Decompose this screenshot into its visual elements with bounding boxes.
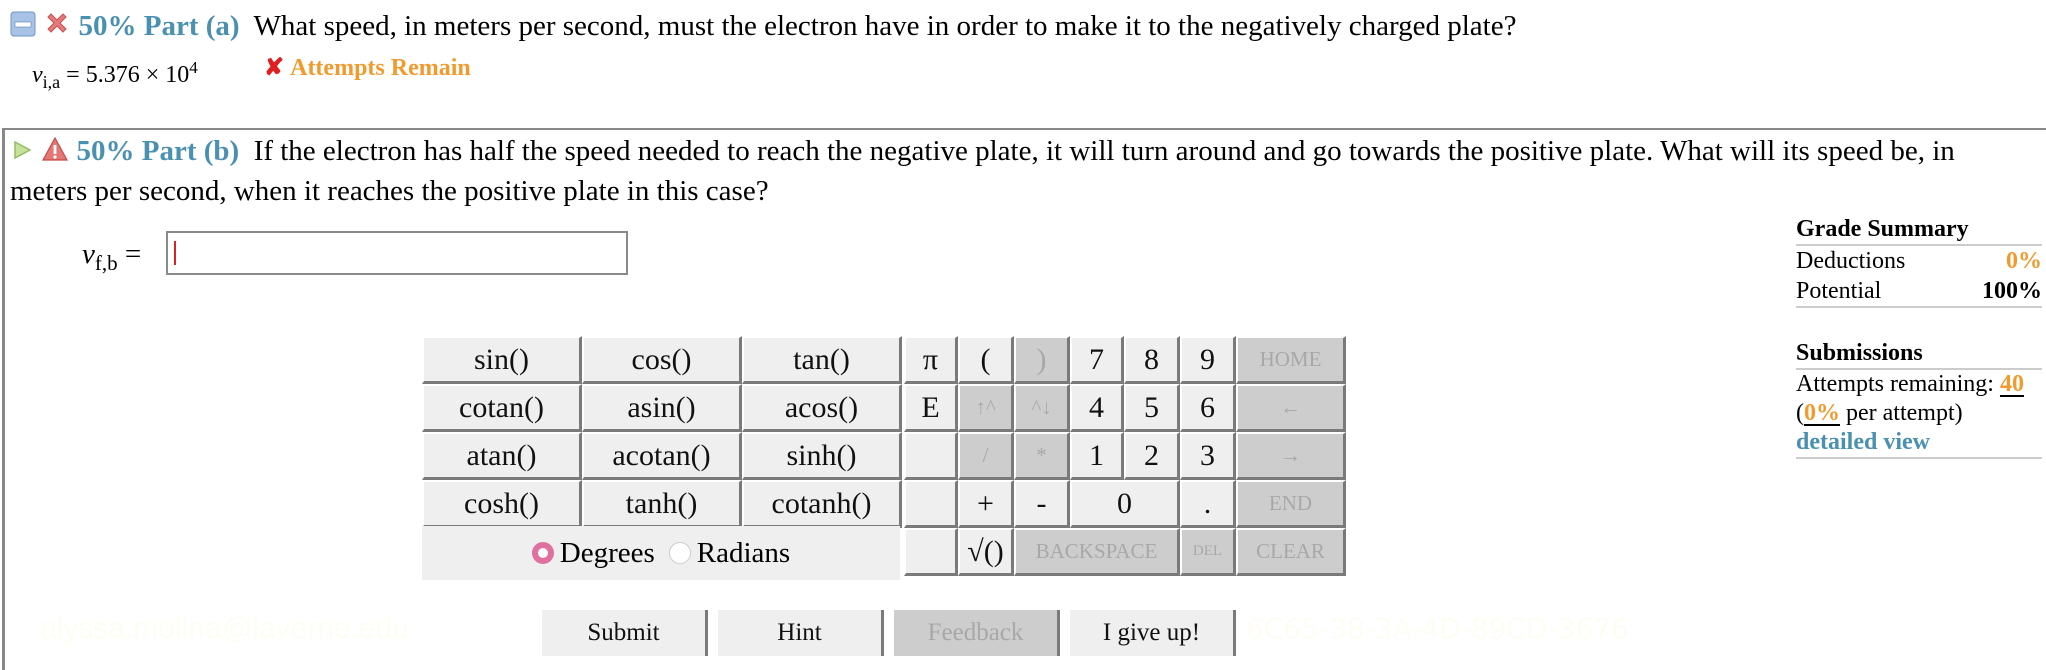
submissions-title: Submissions [1796,338,2042,370]
potential-row: Potential 100% [1796,276,2042,308]
submissions: Submissions Attempts remaining: 40 (0% p… [1796,338,2042,459]
key-cos[interactable]: cos() [582,336,742,384]
attempts-label: Attempts remaining: [1796,371,1994,397]
deductions-value: 0% [2006,248,2042,274]
part-a-sub: i,a [42,71,61,92]
feedback-button[interactable]: Feedback [894,610,1060,656]
key-8[interactable]: 8 [1124,336,1180,384]
key-sqrt[interactable]: √() [958,528,1014,576]
potential-label: Potential [1796,278,1882,304]
key-sin[interactable]: sin() [422,336,582,384]
key-delete[interactable]: DEL [1180,528,1236,576]
part-a-value: = 5.376 × 10 [66,62,190,88]
answer-var: v [82,238,95,270]
per-attempt-value: 0% [1804,400,1840,426]
hint-button[interactable]: Hint [718,610,884,656]
key-acos[interactable]: acos() [742,384,902,432]
deductions-row: Deductions 0% [1796,246,2042,276]
detailed-view-link[interactable]: detailed view [1796,429,1930,455]
potential-value: 100% [1982,278,2042,304]
per-attempt-open: ( [1796,400,1804,426]
part-a-exp: 4 [189,58,198,77]
warning-icon [41,134,69,172]
part-b-percent: 50% [76,135,135,167]
key-3[interactable]: 3 [1180,432,1236,480]
key-home[interactable]: HOME [1236,336,1346,384]
key-superscript-up[interactable]: ↑^ [958,384,1014,432]
part-a-question: What speed, in meters per second, must t… [253,10,1517,42]
key-blank [904,480,958,528]
part-b-question: If the electron has half the speed neede… [10,135,1955,208]
expand-arrow-icon[interactable] [10,134,34,172]
key-clear[interactable]: CLEAR [1236,528,1346,576]
text-caret [174,241,176,265]
key-tan[interactable]: tan() [742,336,902,384]
key-blank [904,432,958,480]
attempts-value: 40 [1999,371,2024,397]
key-divide[interactable]: / [958,432,1014,480]
key-1[interactable]: 1 [1070,432,1124,480]
key-superscript-down[interactable]: ^↓ [1014,384,1070,432]
key-multiply[interactable]: * [1014,432,1070,480]
key-tanh[interactable]: tanh() [582,480,742,528]
detailed-view-row: detailed view [1796,428,2042,459]
key-6[interactable]: 6 [1180,384,1236,432]
key-atan[interactable]: atan() [422,432,582,480]
key-0[interactable]: 0 [1070,480,1180,528]
x-mark-icon: ✘ [264,55,285,81]
radians-radio[interactable] [668,542,691,564]
radians-label[interactable]: Radians [697,537,790,570]
submit-button[interactable]: Submit [542,610,708,656]
per-attempt: (0% per attempt) [1796,399,2042,428]
incorrect-x-icon [43,8,71,48]
key-cursor-left[interactable]: ← [1236,384,1346,432]
key-2[interactable]: 2 [1124,432,1180,480]
part-b-label: Part (b) [141,135,240,167]
part-a-status-text: Attempts Remain [290,55,471,81]
part-b-header: 50% Part (b) If the electron has half th… [10,132,2030,210]
answer-eq: = [124,238,142,270]
part-a-header: 50% Part (a) What speed, in meters per s… [10,6,1516,48]
attempts-remaining: Attempts remaining: 40 [1796,370,2042,399]
key-cosh[interactable]: cosh() [422,480,582,528]
key-pi[interactable]: π [904,336,958,384]
key-blank [904,528,958,576]
angle-mode-group: Degrees Radians [422,526,900,580]
key-cotanh[interactable]: cotanh() [742,480,902,528]
degrees-label[interactable]: Degrees [560,537,655,570]
degrees-radio[interactable] [531,542,554,564]
key-9[interactable]: 9 [1180,336,1236,384]
key-minus[interactable]: - [1014,480,1070,528]
part-a-answer: vi,a = 5.376 × 104 [32,50,198,100]
answer-sub: f,b [94,250,118,275]
key-5[interactable]: 5 [1124,384,1180,432]
part-a-percent: 50% [78,10,137,42]
key-asin[interactable]: asin() [582,384,742,432]
grade-summary: Grade Summary Deductions 0% Potential 10… [1796,214,2042,308]
per-attempt-label: per attempt) [1840,400,1963,426]
collapse-icon[interactable] [10,8,36,48]
key-rparen[interactable]: ) [1014,336,1070,384]
part-a-var: v [32,62,43,88]
key-cursor-right[interactable]: → [1236,432,1346,480]
key-plus[interactable]: + [958,480,1014,528]
part-a-label: Part (a) [143,10,240,42]
deductions-label: Deductions [1796,248,1906,274]
key-acotan[interactable]: acotan() [582,432,742,480]
answer-input[interactable] [166,231,628,275]
grade-summary-title: Grade Summary [1796,214,2042,246]
key-backspace[interactable]: BACKSPACE [1014,528,1180,576]
key-4[interactable]: 4 [1070,384,1124,432]
part-a-status: ✘ Attempts Remain [264,50,471,86]
give-up-button[interactable]: I give up! [1070,610,1236,656]
answer-label: vf,b = [82,234,141,283]
key-cotan[interactable]: cotan() [422,384,582,432]
key-end[interactable]: END [1236,480,1346,528]
key-sinh[interactable]: sinh() [742,432,902,480]
key-decimal[interactable]: . [1180,480,1236,528]
key-e[interactable]: E [904,384,958,432]
key-lparen[interactable]: ( [958,336,1014,384]
key-7[interactable]: 7 [1070,336,1124,384]
